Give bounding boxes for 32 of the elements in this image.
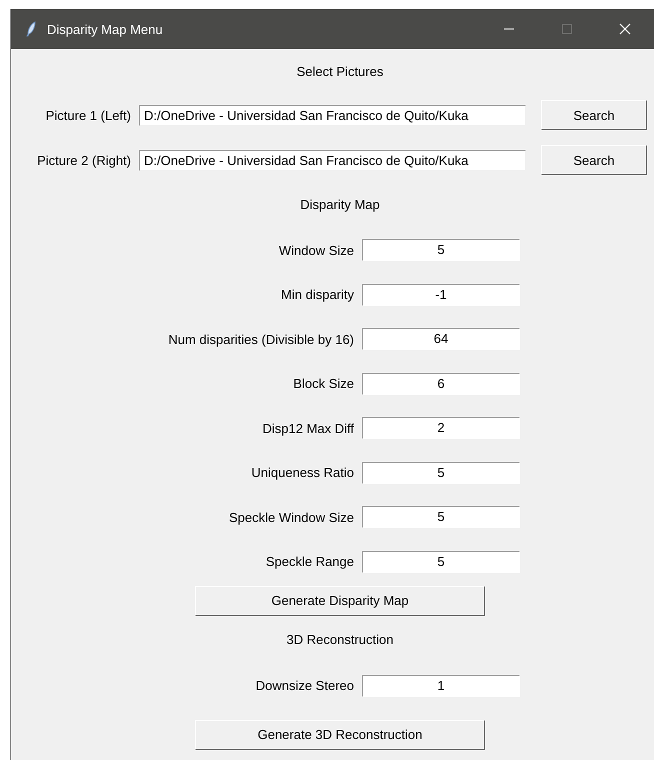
section-heading: 3D Reconstruction (286, 630, 394, 648)
path-field[interactable]: D:/OneDrive - Universidad San Francisco de Quito/Kuka (139, 150, 526, 170)
field-label: Picture 1 (Left) (44, 108, 132, 122)
search-button[interactable]: Search (541, 145, 647, 175)
field-label: Block Size (292, 376, 355, 391)
section-heading: Select Pictures (296, 63, 384, 81)
feather-icon (25, 21, 37, 37)
window-title: Disparity Map Menu (47, 22, 164, 36)
path-field[interactable]: D:/OneDrive - Universidad San Francisco de Quito/Kuka (139, 104, 526, 126)
field-label: Downsize Stereo (254, 678, 355, 693)
field-label: Num disparities (Divisible by 16) (167, 332, 355, 346)
field-label: Speckle Range (264, 554, 355, 569)
search-button[interactable]: Search (541, 100, 647, 130)
generate-button[interactable]: Generate Disparity Map (195, 586, 485, 616)
field-label: Min disparity (280, 287, 355, 302)
generate-button[interactable]: Generate 3D Reconstruction (195, 720, 485, 750)
field-label: Window Size (278, 242, 355, 258)
input-field[interactable]: 5 (362, 550, 520, 572)
field-label: Disp12 Max Diff (261, 420, 355, 436)
input-field[interactable]: 5 (362, 462, 520, 484)
input-field[interactable]: 6 (362, 372, 520, 394)
input-field[interactable]: 2 (362, 417, 520, 439)
input-field[interactable]: -1 (362, 284, 520, 306)
input-field[interactable]: 5 (362, 506, 520, 528)
field-label: Uniqueness Ratio (250, 465, 355, 480)
field-label: Picture 2 (Right) (36, 152, 132, 168)
input-field[interactable]: 5 (362, 239, 520, 261)
field-label: Speckle Window Size (228, 510, 355, 524)
close-icon[interactable] (619, 23, 631, 35)
input-field[interactable]: 64 (362, 328, 520, 350)
section-heading: Disparity Map (299, 196, 381, 214)
input-field[interactable]: 1 (362, 674, 520, 696)
